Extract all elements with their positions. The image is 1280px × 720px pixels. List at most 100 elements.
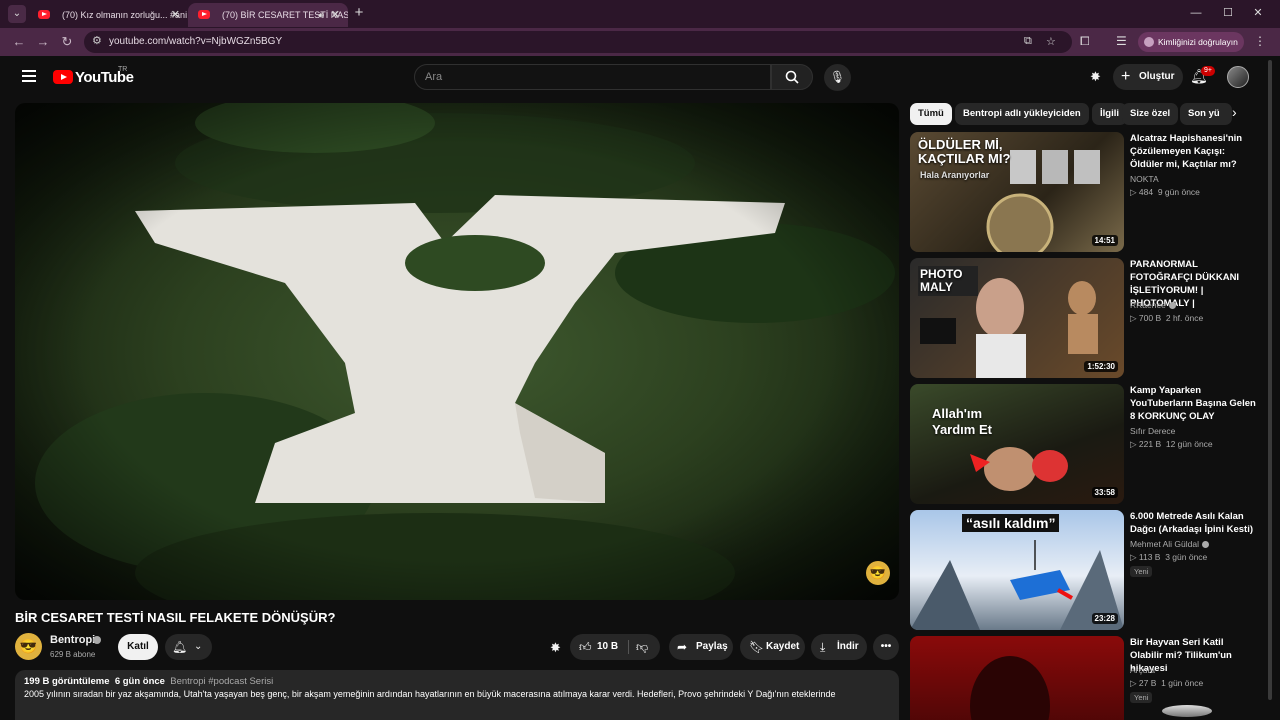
- like-count: 10 B: [597, 641, 619, 652]
- upload-age: 2 hf. önce: [1165, 313, 1204, 323]
- site-info-icon[interactable]: ⚙: [92, 34, 102, 47]
- close-tab-icon[interactable]: ✕: [171, 3, 180, 27]
- share-button[interactable]: ➦ Paylaş: [669, 634, 733, 660]
- chevron-right-icon[interactable]: ›: [1232, 104, 1237, 120]
- cast-icon[interactable]: ⧉: [1024, 35, 1032, 48]
- verified-check-icon: [93, 636, 101, 644]
- thumbnail-art: [970, 447, 1068, 491]
- chip-recent[interactable]: Son yü: [1180, 103, 1232, 125]
- join-button[interactable]: Katıl: [118, 634, 158, 660]
- browser-tab-active[interactable]: (70) BİR CESARET TESTİ NASIL FELAKETE DÖ…: [188, 3, 348, 27]
- download-button[interactable]: ⤓ İndir: [811, 634, 867, 660]
- video-thumbnail[interactable]: Allah'ım Yardım Et 33:58: [910, 384, 1124, 504]
- reading-list-icon[interactable]: ☰: [1116, 34, 1127, 48]
- recommendation-item[interactable]: PHOTO MALY 1:52:30 PARANORMAL FOTOĞRAFÇI…: [910, 258, 1260, 378]
- subscription-bell-button[interactable]: 🔔︎ ⌄: [165, 634, 212, 660]
- address-bar[interactable]: ⚙ youtube.com/watch?v=NjbWGZn5BGY ⧉ ☆: [84, 31, 1072, 53]
- forward-arrow-icon[interactable]: →: [34, 33, 52, 51]
- bell-icon: 🔔︎: [172, 640, 188, 654]
- view-count: ▷ 221 B: [1130, 439, 1162, 449]
- download-icon: ⤓: [820, 640, 826, 654]
- new-tab-button[interactable]: +: [350, 4, 368, 22]
- recommendation-item[interactable]: Allah'ım Yardım Et 33:58 Kamp Yaparken Y…: [910, 384, 1260, 504]
- ai-sparkle-icon[interactable]: ✸: [1090, 69, 1101, 85]
- thumbnail-text: PHOTO MALY: [918, 266, 978, 296]
- chip-from-uploader[interactable]: Bentropi adlı yükleyiciden: [955, 103, 1089, 125]
- plus-icon: +: [1121, 68, 1131, 85]
- video-thumbnail[interactable]: ÖLDÜLER Mİ, KAÇTILAR MI? Hala Aranıyorla…: [910, 132, 1124, 252]
- browser-tab[interactable]: (70) Kız olmanın zorluğu... #ani ✕: [28, 3, 188, 27]
- description-tags[interactable]: Bentropi #podcast Serisi: [170, 676, 273, 687]
- more-actions-button[interactable]: •••: [873, 634, 899, 660]
- more-dots-icon: •••: [880, 641, 892, 652]
- ai-sparkle-icon[interactable]: ✸: [550, 640, 561, 656]
- thumbs-down-icon[interactable]: 👎︎: [636, 634, 648, 660]
- youtube-favicon-icon: [198, 10, 210, 19]
- menu-icon[interactable]: [22, 70, 36, 82]
- close-window-button[interactable]: ✕: [1248, 4, 1268, 22]
- recommendation-title[interactable]: Alcatraz Hapishanesi'nin Çözülemeyen Kaç…: [1130, 132, 1258, 171]
- video-thumbnail[interactable]: “asılı kaldım” 23:28: [910, 510, 1124, 630]
- channel-name: Mehmet Ali Güldal: [1130, 539, 1199, 549]
- verify-label: Kimliğinizi doğrulayın: [1158, 37, 1238, 47]
- upload-age: 9 gün önce: [1157, 187, 1200, 197]
- upload-age: 12 gün önce: [1165, 439, 1213, 449]
- view-count: 199 B görüntüleme: [24, 676, 110, 687]
- verify-identity-button[interactable]: Kimliğinizi doğrulayın: [1138, 32, 1244, 52]
- save-button[interactable]: 🔖︎ Kaydet: [740, 634, 805, 660]
- maximize-button[interactable]: ☐: [1218, 4, 1238, 22]
- minimize-button[interactable]: —: [1186, 4, 1206, 22]
- channel-name: RRaenee: [1130, 300, 1166, 310]
- chevron-down-icon: ⌄: [194, 641, 203, 652]
- recommendation-title[interactable]: Kamp Yaparken YouTuberların Başına Gelen…: [1130, 384, 1258, 423]
- share-label: Paylaş: [696, 641, 728, 652]
- description-box[interactable]: 199 B görüntüleme 6 gün önce Bentropi #p…: [15, 670, 899, 720]
- recommendation-channel[interactable]: Arçura: [1130, 665, 1155, 675]
- video-thumbnail[interactable]: [910, 636, 1124, 720]
- page-scrollbar[interactable]: [1268, 60, 1272, 700]
- recommendation-item[interactable]: “asılı kaldım” 23:28 6.000 Metrede Asılı…: [910, 510, 1260, 630]
- channel-avatar[interactable]: 😎: [15, 633, 42, 660]
- bookmark-star-icon[interactable]: ☆: [1046, 35, 1056, 48]
- tab-title: (70) Kız olmanın zorluğu... #ani: [62, 10, 188, 20]
- account-avatar[interactable]: [1227, 66, 1249, 88]
- extensions-icon[interactable]: ⧠: [1080, 34, 1090, 49]
- browser-menu-icon[interactable]: ⋮: [1254, 34, 1266, 48]
- chip-for-you[interactable]: Size özel: [1122, 103, 1179, 125]
- save-label: Kaydet: [766, 641, 800, 652]
- search-input[interactable]: [415, 65, 770, 89]
- thumbnail-subtext: Hala Aranıyorlar: [920, 170, 990, 180]
- close-tab-icon[interactable]: ✕: [331, 3, 340, 27]
- create-button[interactable]: + Oluştur: [1113, 64, 1183, 90]
- divider: [628, 640, 629, 654]
- tab-search-icon[interactable]: ⌄: [8, 5, 26, 23]
- recommendation-channel[interactable]: RRaenee: [1130, 300, 1176, 310]
- view-count: ▷ 700 B: [1130, 313, 1162, 323]
- search-icon: [785, 70, 799, 84]
- browser-tab-strip: ⌄ (70) Kız olmanın zorluğu... #ani ✕ (70…: [0, 0, 1280, 28]
- url-text[interactable]: youtube.com/watch?v=NjbWGZn5BGY: [109, 36, 282, 47]
- recommendation-channel[interactable]: NOKTA: [1130, 174, 1159, 184]
- video-frame-y-mountain: [15, 103, 899, 600]
- recommendation-item[interactable]: ÖLDÜLER Mİ, KAÇTILAR MI? Hala Aranıyorla…: [910, 132, 1260, 252]
- channel-watermark-icon[interactable]: 😎: [866, 561, 890, 585]
- taskbar-widget: [1162, 705, 1212, 717]
- search-button[interactable]: [771, 64, 813, 90]
- like-button[interactable]: 👍︎ 10 B 👎︎: [570, 634, 660, 660]
- video-thumbnail[interactable]: PHOTO MALY 1:52:30: [910, 258, 1124, 378]
- thumbnail-text: Allah'ım Yardım Et: [932, 406, 992, 437]
- channel-name[interactable]: Bentropi: [50, 634, 95, 646]
- subscriber-count: 629 B abone: [50, 650, 96, 659]
- video-player[interactable]: [15, 103, 899, 600]
- speaker-icon[interactable]: 🔊︎: [318, 3, 324, 27]
- voice-search-mic-icon[interactable]: 🎙︎: [824, 64, 851, 91]
- recommendation-title[interactable]: 6.000 Metrede Asılı Kalan Dağcı (Arkadaş…: [1130, 510, 1258, 536]
- chip-all[interactable]: Tümü: [910, 103, 952, 125]
- reload-icon[interactable]: ↻: [58, 33, 76, 51]
- recommendation-channel[interactable]: Sıfır Derece: [1130, 426, 1175, 436]
- video-duration: 23:28: [1091, 613, 1118, 624]
- back-arrow-icon[interactable]: ←: [10, 33, 28, 51]
- recommendation-channel[interactable]: Mehmet Ali Güldal: [1130, 539, 1209, 549]
- description-text: 2005 yılının sıradan bir yaz akşamında, …: [24, 689, 836, 699]
- video-duration: 1:52:30: [1084, 361, 1118, 372]
